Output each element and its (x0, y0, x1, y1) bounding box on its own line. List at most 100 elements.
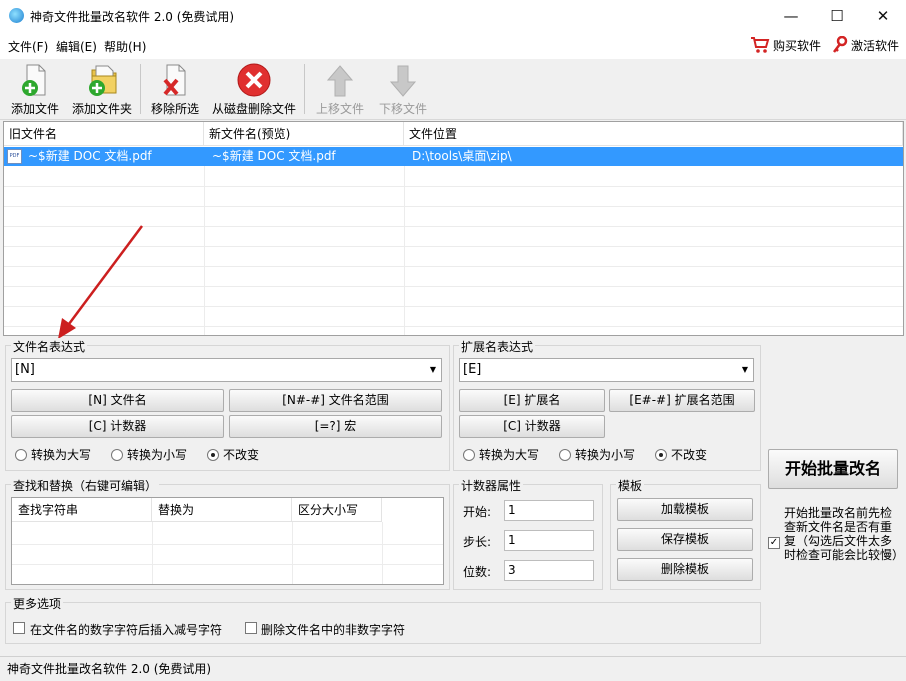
radio-indicator (655, 448, 667, 461)
extension-uppercase-radio[interactable]: 转换为大写 (463, 446, 539, 463)
column-header-location[interactable]: 文件位置 (404, 122, 903, 146)
window-title: 神奇文件批量改名软件 2.0 (免费试用) (30, 10, 235, 24)
check-duplicates-label: 开始批量改名前先检查新文件名是否有重复（勾选后文件太多时检查可能会比较慢） (784, 506, 905, 562)
delete-from-disk-label: 从磁盘删除文件 (211, 102, 296, 116)
column-header-replace[interactable]: 替换为 (152, 498, 292, 522)
check-duplicates-checkbox[interactable]: ✓ (768, 537, 780, 549)
dropdown-arrow-icon[interactable]: ▼ (430, 359, 436, 381)
extension-unchanged-radio[interactable]: 不改变 (655, 446, 707, 463)
grid-line (12, 544, 443, 545)
load-template-button[interactable]: 加载模板 (617, 498, 753, 521)
delete-template-button[interactable]: 删除模板 (617, 558, 753, 581)
column-header-find[interactable]: 查找字符串 (12, 498, 152, 522)
close-button[interactable]: ✕ (860, 0, 906, 31)
more-options-label: 更多选项 (11, 595, 64, 612)
activate-software-label: 激活软件 (851, 38, 900, 53)
status-text: 神奇文件批量改名软件 2.0 (免费试用) (7, 662, 212, 676)
filename-expression-combo[interactable]: [N] ▼ (11, 358, 442, 382)
filename-expression-label: 文件名表达式 (11, 338, 88, 355)
radio-label: 不改变 (223, 448, 260, 462)
activate-software-link[interactable]: 激活软件 (832, 36, 899, 54)
insert-dash-checkbox[interactable] (13, 622, 25, 634)
add-file-label: 添加文件 (10, 102, 59, 116)
radio-label: 转换为小写 (575, 448, 636, 462)
insert-dash-label: 在文件名的数字字符后插入减号字符 (30, 623, 223, 637)
grid-line (152, 522, 153, 584)
radio-label: 转换为大写 (479, 448, 540, 462)
filename-unchanged-radio[interactable]: 不改变 (207, 446, 259, 463)
filename-uppercase-radio[interactable]: 转换为大写 (15, 446, 91, 463)
buy-software-label: 购买软件 (773, 38, 822, 53)
counter-step-input[interactable]: 1 (504, 530, 594, 551)
remove-selected-label: 移除所选 (150, 102, 199, 116)
row-old-name: ~$新建 DOC 文档.pdf (28, 149, 152, 163)
app-icon (9, 8, 24, 23)
counter-digits-label: 位数: (463, 565, 492, 579)
column-header-new-name[interactable]: 新文件名(预览) (204, 122, 404, 146)
toolbar-separator (140, 64, 141, 114)
save-template-button[interactable]: 保存模板 (617, 528, 753, 551)
add-folder-button[interactable]: 添加文件夹 (70, 62, 134, 117)
grid-line (4, 186, 903, 187)
annotation-arrow (58, 225, 144, 339)
counter-step-label: 步长: (463, 535, 492, 549)
insert-extension-button[interactable]: [E] 扩展名 (459, 389, 605, 412)
move-up-label: 上移文件 (315, 102, 364, 116)
counter-digits-input[interactable]: 3 (504, 560, 594, 581)
remove-selected-button[interactable]: 移除所选 (148, 62, 202, 117)
insert-filename-button[interactable]: [N] 文件名 (11, 389, 224, 412)
buy-software-link[interactable]: 购买软件 (750, 36, 821, 54)
insert-macro-button[interactable]: [=?] 宏 (229, 415, 442, 438)
insert-filename-range-button[interactable]: [N#-#] 文件名范围 (229, 389, 442, 412)
dropdown-arrow-icon[interactable]: ▼ (742, 359, 748, 381)
toolbar-separator (304, 64, 305, 114)
extension-lowercase-radio[interactable]: 转换为小写 (559, 446, 635, 463)
delete-from-disk-button[interactable]: 从磁盘删除文件 (210, 62, 298, 117)
add-file-icon (15, 62, 55, 100)
insert-extension-range-button[interactable]: [E#-#] 扩展名范围 (609, 389, 755, 412)
grid-line (12, 564, 443, 565)
radio-indicator (463, 448, 475, 461)
menu-file[interactable]: 文件(F) (8, 38, 48, 55)
add-folder-label: 添加文件夹 (71, 102, 132, 116)
pdf-file-icon: PDF (7, 149, 22, 164)
counter-start-input[interactable]: 1 (504, 500, 594, 521)
grid-line (382, 522, 383, 584)
key-icon (833, 36, 848, 53)
extension-expression-combo[interactable]: [E] ▼ (459, 358, 754, 382)
insert-counter-button[interactable]: [C] 计数器 (11, 415, 224, 438)
move-down-button[interactable]: 下移文件 (377, 62, 429, 117)
remove-nondigit-checkbox[interactable] (245, 622, 257, 634)
move-up-button[interactable]: 上移文件 (314, 62, 366, 117)
counter-label: 计数器属性 (459, 477, 524, 494)
filename-lowercase-radio[interactable]: 转换为小写 (111, 446, 187, 463)
column-header-case-sensitive[interactable]: 区分大小写 (292, 498, 382, 522)
row-location: D:\tools\桌面\zip\ (412, 149, 512, 163)
find-replace-label: 查找和替换（右键可编辑） (11, 477, 160, 494)
cart-icon (751, 37, 770, 53)
radio-indicator (15, 448, 27, 461)
column-header-old-name[interactable]: 旧文件名 (4, 122, 204, 146)
add-file-button[interactable]: 添加文件 (10, 62, 60, 117)
grid-line (4, 206, 903, 207)
delete-x-icon (234, 62, 274, 100)
radio-label: 不改变 (671, 448, 708, 462)
counter-start-label: 开始: (463, 505, 492, 519)
minimize-button[interactable]: — (768, 0, 814, 31)
menu-edit[interactable]: 编辑(E) (56, 38, 97, 55)
template-label: 模板 (616, 477, 645, 494)
move-down-label: 下移文件 (378, 102, 427, 116)
find-replace-table[interactable]: 查找字符串 替换为 区分大小写 (11, 497, 444, 585)
filename-expression-value: [N] (15, 362, 35, 377)
radio-indicator (207, 448, 219, 461)
radio-label: 转换为大写 (31, 448, 92, 462)
menu-help[interactable]: 帮助(H) (104, 38, 146, 55)
add-folder-icon (82, 62, 122, 100)
row-new-name: ~$新建 DOC 文档.pdf (212, 149, 336, 163)
remove-nondigit-label: 删除文件名中的非数字字符 (261, 623, 406, 637)
remove-file-icon (155, 62, 195, 100)
insert-ext-counter-button[interactable]: [C] 计数器 (459, 415, 605, 438)
extension-expression-value: [E] (463, 362, 482, 377)
maximize-button[interactable]: ☐ (814, 0, 860, 31)
start-rename-button[interactable]: 开始批量改名 (768, 449, 898, 489)
